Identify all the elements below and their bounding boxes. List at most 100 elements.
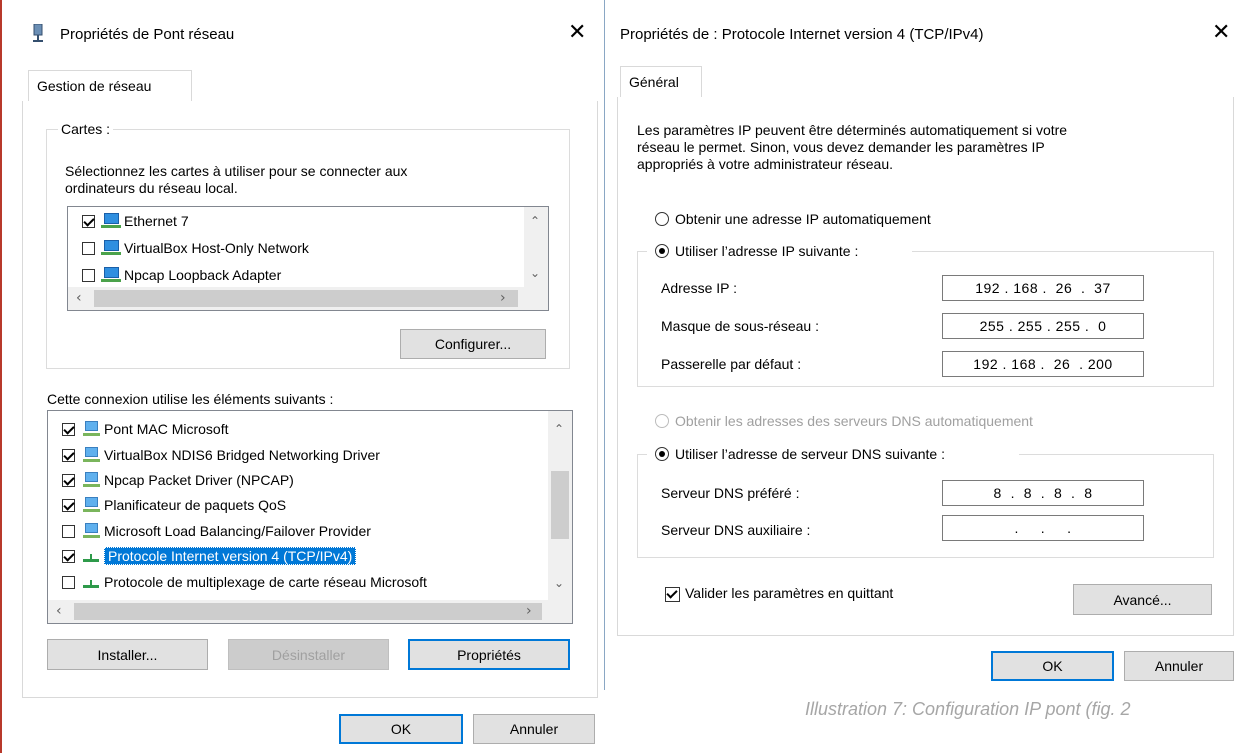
list-item[interactable]: VirtualBox Host-Only Network [68,236,309,260]
scroll-left-icon[interactable]: ‹ [76,291,82,305]
component-checkbox[interactable] [62,549,75,563]
manual-dns-label[interactable]: Utiliser l’adresse de serveur DNS suivan… [675,446,945,463]
cartes-description-line2: ordinateurs du réseau local. [65,180,238,196]
component-label: Npcap Packet Driver (NPCAP) [104,472,294,488]
close-icon[interactable]: ✕ [568,22,586,44]
component-checkbox[interactable] [62,473,75,487]
adapters-list[interactable]: Ethernet 7 VirtualBox Host-Only Network … [67,206,549,311]
preferred-dns-label: Serveur DNS préféré : [661,485,800,501]
component-checkbox[interactable] [62,524,75,538]
uninstall-button: Désinstaller [228,639,389,670]
component-label: Protocole Internet version 4 (TCP/IPv4) [104,547,357,565]
component-label: VirtualBox NDIS6 Bridged Networking Driv… [104,447,380,463]
network-adapter-icon [101,213,121,229]
scroll-thumb[interactable] [551,471,569,539]
network-bridge-icon [32,23,44,42]
component-label: Planificateur de paquets QoS [104,497,287,513]
dialog-title: Propriétés de : Protocole Internet versi… [620,26,984,43]
close-icon[interactable]: ✕ [1212,22,1230,44]
subnet-mask-label: Masque de sous-réseau : [661,318,819,334]
list-item-selected[interactable]: Protocole Internet version 4 (TCP/IPv4) [48,544,357,568]
components-horizontal-scrollbar[interactable]: ‹ › [48,600,572,623]
network-component-icon [81,523,101,539]
subnet-mask-field[interactable]: 255 . 255 . 255 . 0 [942,313,1144,339]
scroll-up-icon[interactable]: ⌃ [530,215,540,227]
scroll-thumb[interactable] [94,290,518,307]
component-checkbox[interactable] [62,575,75,589]
scroll-left-icon[interactable]: ‹ [56,604,62,618]
cancel-button[interactable]: Annuler [1124,651,1234,681]
scroll-thumb[interactable] [74,603,542,620]
adapter-checkbox[interactable] [82,241,95,255]
bridge-properties-dialog: Propriétés de Pont réseau ✕ Gestion de r… [2,0,604,753]
protocol-icon [81,548,101,564]
dialog-title: Propriétés de Pont réseau [60,26,235,43]
adapters-horizontal-scrollbar[interactable]: ‹ › [68,287,548,310]
adapter-checkbox[interactable] [82,214,95,228]
manual-dns-group [637,454,1214,558]
ip-address-label: Adresse IP : [661,280,738,296]
manual-ip-label[interactable]: Utiliser l’adresse IP suivante : [675,243,858,260]
validate-checkbox[interactable] [665,587,680,602]
list-item[interactable]: Microsoft Load Balancing/Failover Provid… [48,519,371,543]
component-label: Pont MAC Microsoft [104,421,229,437]
auto-ip-label[interactable]: Obtenir une adresse IP automatiquement [675,211,931,228]
properties-button[interactable]: Propriétés [408,639,570,670]
list-item[interactable]: Npcap Loopback Adapter [68,263,281,287]
advanced-button[interactable]: Avancé... [1073,584,1212,615]
adapter-label: Npcap Loopback Adapter [124,267,282,283]
preferred-dns-field[interactable]: 8 . 8 . 8 . 8 [942,480,1144,506]
network-component-icon [81,447,101,463]
network-component-icon [81,421,101,437]
tab-general[interactable]: Général [620,66,702,98]
list-item[interactable]: Protocole de multiplexage de carte résea… [48,570,427,594]
intro-line1: Les paramètres IP peuvent être déterminé… [637,122,1068,138]
auto-dns-label: Obtenir les adresses des serveurs DNS au… [675,413,1033,429]
manual-dns-radio[interactable] [655,447,669,461]
scroll-down-icon[interactable]: ⌄ [554,577,564,589]
adapter-checkbox[interactable] [82,268,95,282]
network-component-icon [81,472,101,488]
scroll-right-icon[interactable]: › [526,604,532,618]
network-adapter-icon [101,240,121,256]
protocol-icon [81,574,101,590]
network-adapter-icon [101,267,121,283]
manual-ip-radio[interactable] [655,244,669,258]
components-list[interactable]: Pont MAC Microsoft VirtualBox NDIS6 Brid… [47,410,573,624]
auto-ip-radio[interactable] [655,212,669,226]
install-button[interactable]: Installer... [47,639,208,670]
list-item[interactable]: Ethernet 7 [68,209,189,233]
ok-button[interactable]: OK [991,651,1114,681]
scroll-up-icon[interactable]: ⌃ [554,423,564,435]
cancel-button[interactable]: Annuler [473,714,595,744]
ipv4-properties-dialog: Propriétés de : Protocole Internet versi… [605,0,1234,690]
component-checkbox[interactable] [62,448,75,462]
components-vertical-scrollbar[interactable]: ⌃ ⌄ [548,411,572,600]
adapters-vertical-scrollbar[interactable]: ⌃ ⌄ [524,207,548,287]
component-checkbox[interactable] [62,498,75,512]
adapter-label: Ethernet 7 [124,213,189,229]
figure-caption: Illustration 7: Configuration IP pont (f… [805,699,1131,719]
intro-line2: réseau le permet. Sinon, vous devez dema… [637,139,1045,155]
list-item[interactable]: Pont MAC Microsoft [48,417,228,441]
list-item[interactable]: Npcap Packet Driver (NPCAP) [48,468,294,492]
component-checkbox[interactable] [62,422,75,436]
alternate-dns-label: Serveur DNS auxiliaire : [661,522,811,538]
gateway-label: Passerelle par défaut : [661,356,802,372]
scroll-down-icon[interactable]: ⌄ [530,267,540,279]
alternate-dns-field[interactable]: . . . [942,515,1144,541]
cartes-label: Cartes : [58,121,114,137]
tab-gestion-reseau[interactable]: Gestion de réseau [28,70,192,102]
auto-dns-radio [655,414,669,428]
configure-button[interactable]: Configurer... [400,329,546,359]
scroll-right-icon[interactable]: › [500,291,506,305]
ip-address-field[interactable]: 192 . 168 . 26 . 37 [942,275,1144,301]
list-item[interactable]: Planificateur de paquets QoS [48,493,286,517]
ok-button[interactable]: OK [339,714,463,744]
gateway-field[interactable]: 192 . 168 . 26 . 200 [942,351,1144,377]
validate-label[interactable]: Valider les paramètres en quittant [685,585,893,602]
elements-label: Cette connexion utilise les éléments sui… [47,391,334,407]
list-item[interactable]: VirtualBox NDIS6 Bridged Networking Driv… [48,443,380,467]
intro-line3: appropriés à votre administrateur réseau… [637,156,894,172]
cartes-description-line1: Sélectionnez les cartes à utiliser pour … [65,163,408,179]
